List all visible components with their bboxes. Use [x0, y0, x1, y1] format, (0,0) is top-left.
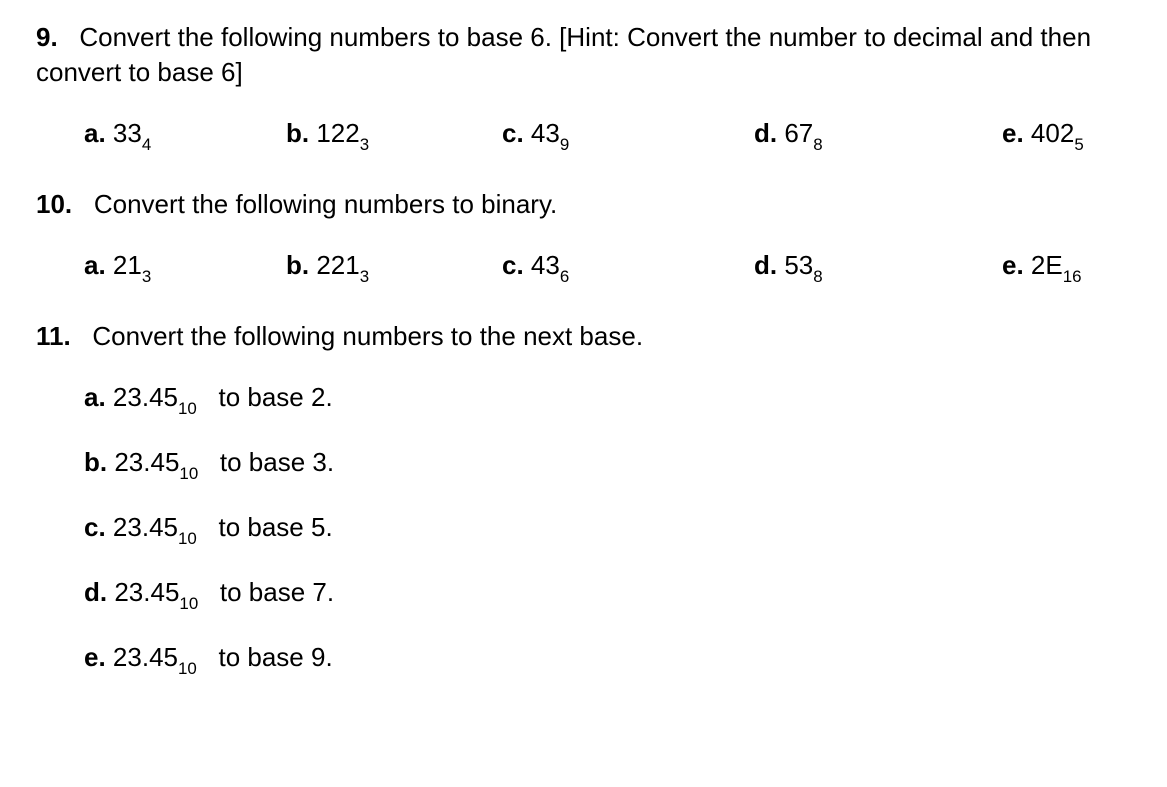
q11-option-d: d. 23.4510 to base 7. — [84, 575, 1131, 614]
q10-option-d: d. 538 — [754, 248, 1002, 287]
q10-option-e: e. 2E16 — [1002, 248, 1131, 287]
question-10-num: 10. — [36, 189, 72, 219]
q10-option-c: c. 436 — [502, 248, 754, 287]
q11-option-a: a. 23.4510 to base 2. — [84, 380, 1131, 419]
q9-option-b: b. 1223 — [286, 116, 502, 155]
question-10-text: Convert the following numbers to binary. — [94, 189, 557, 219]
q9-option-a: a. 334 — [84, 116, 286, 155]
question-9-num: 9. — [36, 22, 58, 52]
q9-option-c: c. 439 — [502, 116, 754, 155]
question-9-options: a. 334 b. 1223 c. 439 d. 678 e. 4025 — [36, 116, 1131, 155]
q9-option-e: e. 4025 — [1002, 116, 1131, 155]
question-11-num: 11. — [36, 321, 71, 351]
question-11-text: Convert the following numbers to the nex… — [92, 321, 643, 351]
question-11-options: a. 23.4510 to base 2. b. 23.4510 to base… — [36, 380, 1131, 679]
q10-option-a: a. 213 — [84, 248, 286, 287]
q11-option-e: e. 23.4510 to base 9. — [84, 640, 1131, 679]
question-11: 11. Convert the following numbers to the… — [36, 319, 1131, 354]
q11-option-c: c. 23.4510 to base 5. — [84, 510, 1131, 549]
question-10-options: a. 213 b. 2213 c. 436 d. 538 e. 2E16 — [36, 248, 1131, 287]
question-9: 9. Convert the following numbers to base… — [36, 20, 1131, 90]
question-10: 10. Convert the following numbers to bin… — [36, 187, 1131, 222]
q11-option-b: b. 23.4510 to base 3. — [84, 445, 1131, 484]
question-9-text: Convert the following numbers to base 6.… — [36, 22, 1091, 87]
q10-option-b: b. 2213 — [286, 248, 502, 287]
q9-option-d: d. 678 — [754, 116, 1002, 155]
